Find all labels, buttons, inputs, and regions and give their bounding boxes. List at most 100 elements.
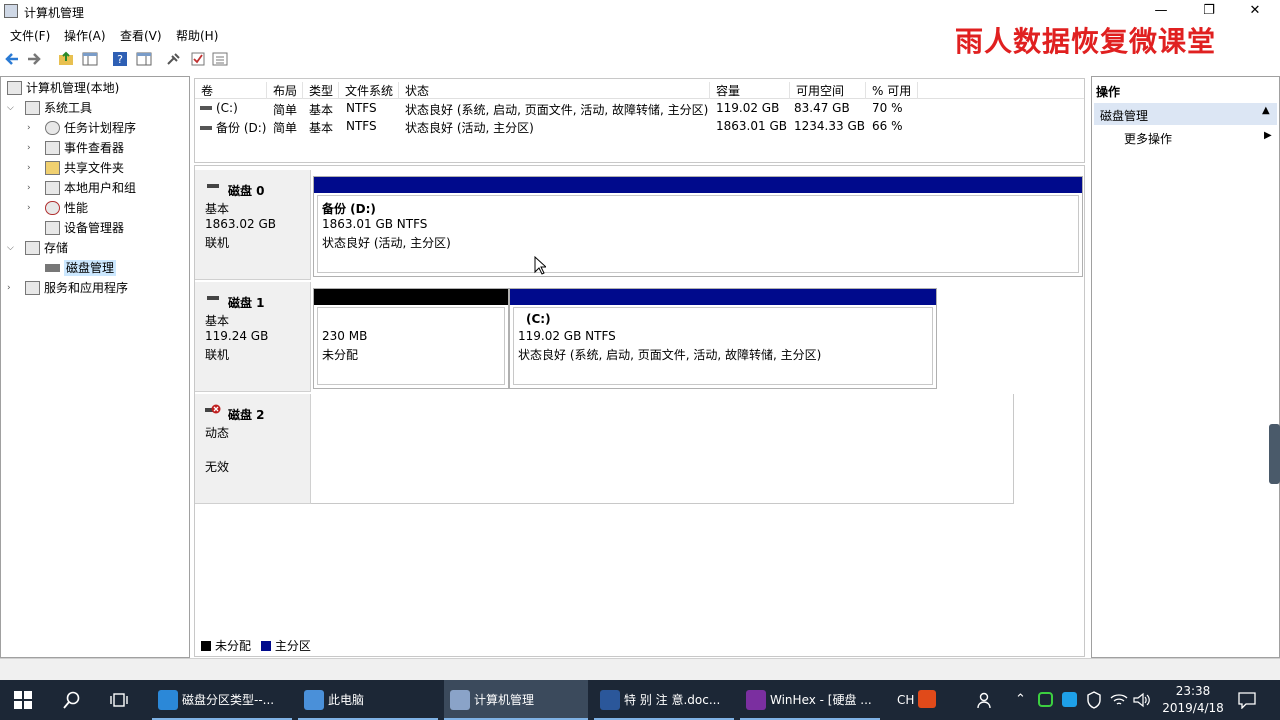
forward-arrow-icon[interactable] [26,51,42,67]
tree-item-performance[interactable]: › 性能 [27,198,88,218]
partition-d[interactable]: 备份 (D:) 1863.01 GB NTFS 状态良好 (活动, 主分区) [313,176,1083,277]
legend-swatch-primary [260,641,271,651]
disk-size: 119.24 GB [205,329,269,343]
tools-icon [25,101,40,115]
percent-free-cell: 70 % [872,101,903,115]
disk-2-area [311,394,1014,504]
show-hide-tree-icon[interactable] [82,51,98,67]
wifi-icon[interactable] [1110,692,1128,708]
collapse-arrow-icon[interactable]: ▲ [1262,105,1270,116]
partition-color-bar [314,177,1082,193]
menu-view[interactable]: 查看(V) [120,27,162,44]
actions-header: 操作 [1096,85,1121,99]
column-header-status[interactable]: 状态 [399,82,710,99]
menu-file[interactable]: 文件(F) [10,27,50,44]
tree-item-system-tools[interactable]: ⌵ 系统工具 [7,98,92,118]
taskbar-item-word-document[interactable]: 特 别 注 意.doc... [594,680,734,720]
column-header-filesystem[interactable]: 文件系统 [339,82,399,99]
chevron-right-icon[interactable]: › [7,278,11,298]
close-button[interactable]: ✕ [1232,0,1278,22]
minimize-button[interactable]: — [1138,0,1184,22]
disk-icon [45,264,60,272]
properties-pane-icon[interactable] [136,51,152,67]
ime-sogou-icon[interactable] [918,690,936,708]
notification-center-icon[interactable] [1238,691,1256,709]
more-actions-item[interactable]: 更多操作 [1124,130,1172,147]
column-header-percent-free[interactable]: % 可用 [866,82,918,99]
column-header-free-space[interactable]: 可用空间 [790,82,866,99]
column-header-type[interactable]: 类型 [303,82,339,99]
partition-c[interactable]: (C:) 119.02 GB NTFS 状态良好 (系统, 启动, 页面文件, … [509,288,937,389]
disk-0-label[interactable]: 磁盘 0 基本 1863.02 GB 联机 [195,170,311,280]
partition-title: (C:) [526,312,551,326]
chevron-down-icon[interactable]: ⌵ [7,238,14,258]
input-language-indicator[interactable]: CH [897,680,914,720]
chevron-down-icon[interactable]: ⌵ [7,98,14,118]
tray-overflow-chevron-icon[interactable]: ⌃ [1015,680,1026,720]
performance-icon [45,201,60,215]
tree-item-task-scheduler[interactable]: › 任务计划程序 [27,118,136,138]
partition-size: 230 MB [322,329,368,343]
help-icon[interactable]: ? [112,51,128,67]
side-scroll-handle[interactable] [1269,424,1280,484]
taskbar-item-computer-management[interactable]: 计算机管理 [444,680,588,720]
security-app-icon[interactable] [1038,692,1053,707]
chevron-right-icon[interactable]: › [27,198,31,218]
taskbar-item-winhex[interactable]: WinHex - [硬盘 ... [740,680,880,720]
partition-unallocated[interactable]: 230 MB 未分配 [313,288,509,389]
volume-icon[interactable] [1133,692,1151,708]
people-icon[interactable] [977,691,995,709]
disk-1-label[interactable]: 磁盘 1 基本 119.24 GB 联机 [195,282,311,392]
chevron-right-icon[interactable]: › [27,138,31,158]
tree-item-root[interactable]: 计算机管理(本地) [7,78,119,98]
tree-item-storage[interactable]: ⌵ 存储 [7,238,68,258]
taskbar-clock[interactable]: 23:38 2019/4/18 [1158,683,1228,717]
taskbar-item-browser[interactable]: 磁盘分区类型--... [152,680,292,720]
back-arrow-icon[interactable] [4,51,20,67]
checklist-icon[interactable] [190,51,206,67]
restore-button[interactable]: ❐ [1186,0,1232,22]
actions-section-disk-management[interactable]: 磁盘管理 ▲ [1094,103,1277,125]
navigation-tree: 计算机管理(本地) ⌵ 系统工具 › 任务计划程序 › 事件查看器 › 共享文件… [0,76,190,658]
disk-size: 1863.02 GB [205,217,276,231]
taskbar-item-this-pc[interactable]: 此电脑 [298,680,438,720]
chevron-right-icon[interactable]: › [27,118,31,138]
tree-item-services-apps[interactable]: › 服务和应用程序 [7,278,128,298]
clock-date: 2019/4/18 [1162,701,1224,715]
disk-type: 基本 [205,314,230,328]
tree-item-shared-folders[interactable]: › 共享文件夹 [27,158,124,178]
tree-item-device-manager[interactable]: 设备管理器 [45,218,124,238]
column-header-layout[interactable]: 布局 [267,82,303,99]
menu-action[interactable]: 操作(A) [64,27,106,44]
partition-size: 1863.01 GB NTFS [322,217,428,231]
connect-icon[interactable] [166,51,182,67]
free-space-cell: 83.47 GB [794,101,850,115]
table-row[interactable]: 备份 (D:) 简单 基本 NTFS 状态良好 (活动, 主分区) 1863.0… [195,117,1084,136]
layout-cell: 简单 [273,103,298,117]
column-header-capacity[interactable]: 容量 [710,82,790,99]
tree-item-disk-management[interactable]: 磁盘管理 [45,258,117,278]
task-view-icon[interactable] [110,691,128,709]
chevron-right-icon[interactable]: › [27,158,31,178]
percent-free-cell: 66 % [872,119,903,133]
partition-color-bar [314,289,508,305]
partition-status: 状态良好 (系统, 启动, 页面文件, 活动, 故障转储, 主分区) [518,348,822,362]
tree-item-event-viewer[interactable]: › 事件查看器 [27,138,124,158]
status-cell: 状态良好 (系统, 启动, 页面文件, 活动, 故障转储, 主分区) [405,103,709,117]
list-view-icon[interactable] [212,51,228,67]
bluetooth-like-icon[interactable] [1062,692,1077,707]
shield-icon[interactable] [1086,691,1102,709]
search-icon[interactable] [63,691,81,709]
table-row[interactable]: (C:) 简单 基本 NTFS 状态良好 (系统, 启动, 页面文件, 活动, … [195,99,1084,118]
this-pc-icon [304,690,324,710]
menu-help[interactable]: 帮助(H) [176,27,218,44]
up-folder-icon[interactable] [58,51,74,67]
disk-2-label[interactable]: 磁盘 2 动态 无效 [195,394,311,504]
tree-item-local-users[interactable]: › 本地用户和组 [27,178,136,198]
windows-start-icon[interactable] [14,691,32,709]
disk-graphical-view: 磁盘 0 基本 1863.02 GB 联机 备份 (D:) 1863.01 GB… [194,165,1085,657]
partition-title: 备份 (D:) [322,202,376,216]
column-header-volume[interactable]: 卷 [195,82,267,99]
disk-icon [207,184,219,188]
chevron-right-icon[interactable]: › [27,178,31,198]
